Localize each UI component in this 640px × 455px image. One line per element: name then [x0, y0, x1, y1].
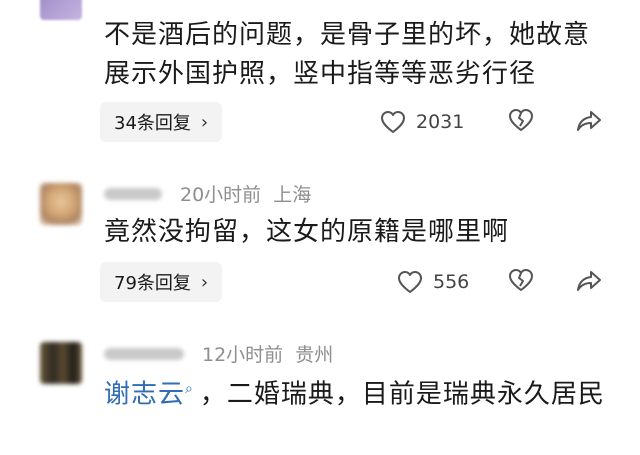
- comment-location: 贵州: [295, 344, 334, 366]
- share-arrow-icon: [577, 271, 601, 291]
- chevron-right-icon: ›: [200, 111, 209, 133]
- broken-heart-icon: [509, 269, 533, 291]
- search-icon[interactable]: ⌕: [185, 370, 194, 409]
- avatar[interactable]: [40, 0, 82, 20]
- like-count: 2031: [416, 111, 465, 133]
- like-count: 556: [433, 271, 470, 293]
- reply-count: 79条回复: [114, 273, 191, 294]
- broken-heart-icon: [509, 109, 533, 131]
- comment-actions: 2031: [380, 102, 610, 142]
- username-blurred[interactable]: [104, 347, 184, 360]
- share-arrow-icon: [577, 111, 601, 131]
- comment-time: 20小时前: [180, 184, 262, 206]
- chevron-right-icon: ›: [200, 271, 209, 293]
- comment-time: 12小时前: [202, 344, 284, 366]
- comment-text-content: ，二婚瑞典，目前是瑞典永久居民: [199, 379, 605, 410]
- heart-outline-icon: [398, 271, 422, 293]
- like-button[interactable]: 2031: [380, 110, 464, 134]
- reply-count: 34条回复: [114, 113, 191, 134]
- comment-text: 不是酒后的问题，是骨子里的坏，她故意展示外国护照，竖中指等等恶劣行径: [104, 20, 591, 89]
- comment-actions: 556: [397, 262, 627, 302]
- comment-location: 上海: [273, 184, 312, 206]
- avatar[interactable]: [40, 342, 82, 384]
- share-button[interactable]: [576, 109, 602, 137]
- comment-meta: 20小时前 上海: [104, 180, 311, 207]
- like-button[interactable]: 556: [397, 270, 469, 294]
- view-replies-button[interactable]: 79条回复 ›: [100, 262, 223, 302]
- comment-text: 谢志云⌕ ，二婚瑞典，目前是瑞典永久居民: [104, 370, 614, 415]
- comment-text: 竟然没拘留，这女的原籍是哪里啊: [104, 217, 510, 247]
- view-replies-button[interactable]: 34条回复 ›: [100, 102, 223, 142]
- share-button[interactable]: [576, 269, 602, 297]
- username-blurred[interactable]: [104, 187, 162, 200]
- comment-meta: 12小时前 贵州: [104, 340, 333, 367]
- dislike-button[interactable]: [508, 268, 534, 296]
- mention-link[interactable]: 谢志云: [104, 380, 185, 410]
- dislike-button[interactable]: [508, 108, 534, 136]
- avatar[interactable]: [40, 183, 82, 225]
- heart-outline-icon: [381, 111, 405, 133]
